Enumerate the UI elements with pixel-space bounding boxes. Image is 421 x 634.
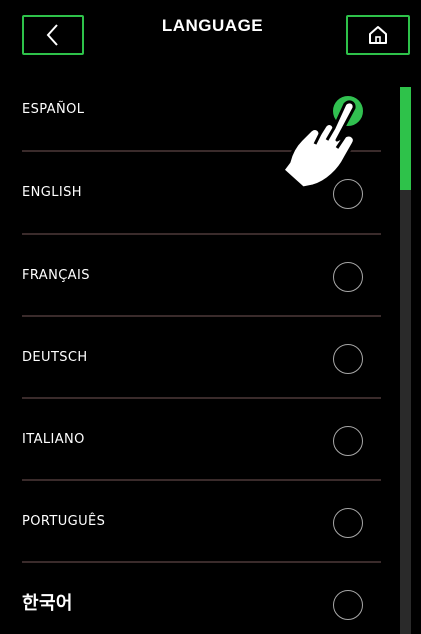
radio-button[interactable]	[333, 426, 363, 456]
language-item[interactable]: ITALIANO	[0, 398, 398, 481]
home-button[interactable]	[346, 15, 410, 55]
pointing-hand-icon	[281, 100, 356, 190]
header-bar: LANGUAGE	[0, 0, 421, 68]
home-icon	[369, 26, 387, 44]
back-button[interactable]	[22, 15, 84, 55]
language-item[interactable]: 한국어	[0, 562, 398, 634]
language-label: PORTUGUÊS	[22, 514, 106, 529]
language-label: ESPAÑOL	[22, 102, 85, 117]
language-item[interactable]: PORTUGUÊS	[0, 480, 398, 563]
language-label: ENGLISH	[22, 185, 82, 200]
language-label: 한국어	[22, 593, 73, 614]
language-item[interactable]: DEUTSCH	[0, 316, 398, 399]
language-label: ITALIANO	[22, 432, 85, 447]
language-label: DEUTSCH	[22, 350, 88, 365]
radio-button[interactable]	[333, 590, 363, 620]
scrollbar-thumb[interactable]	[400, 87, 411, 190]
radio-button[interactable]	[333, 262, 363, 292]
page-title: LANGUAGE	[161, 16, 264, 35]
chevron-left-icon	[46, 24, 58, 46]
radio-button[interactable]	[333, 508, 363, 538]
language-item[interactable]: FRANÇAIS	[0, 234, 398, 317]
scrollbar-track[interactable]	[400, 87, 411, 634]
radio-button[interactable]	[333, 344, 363, 374]
language-label: FRANÇAIS	[22, 268, 90, 283]
